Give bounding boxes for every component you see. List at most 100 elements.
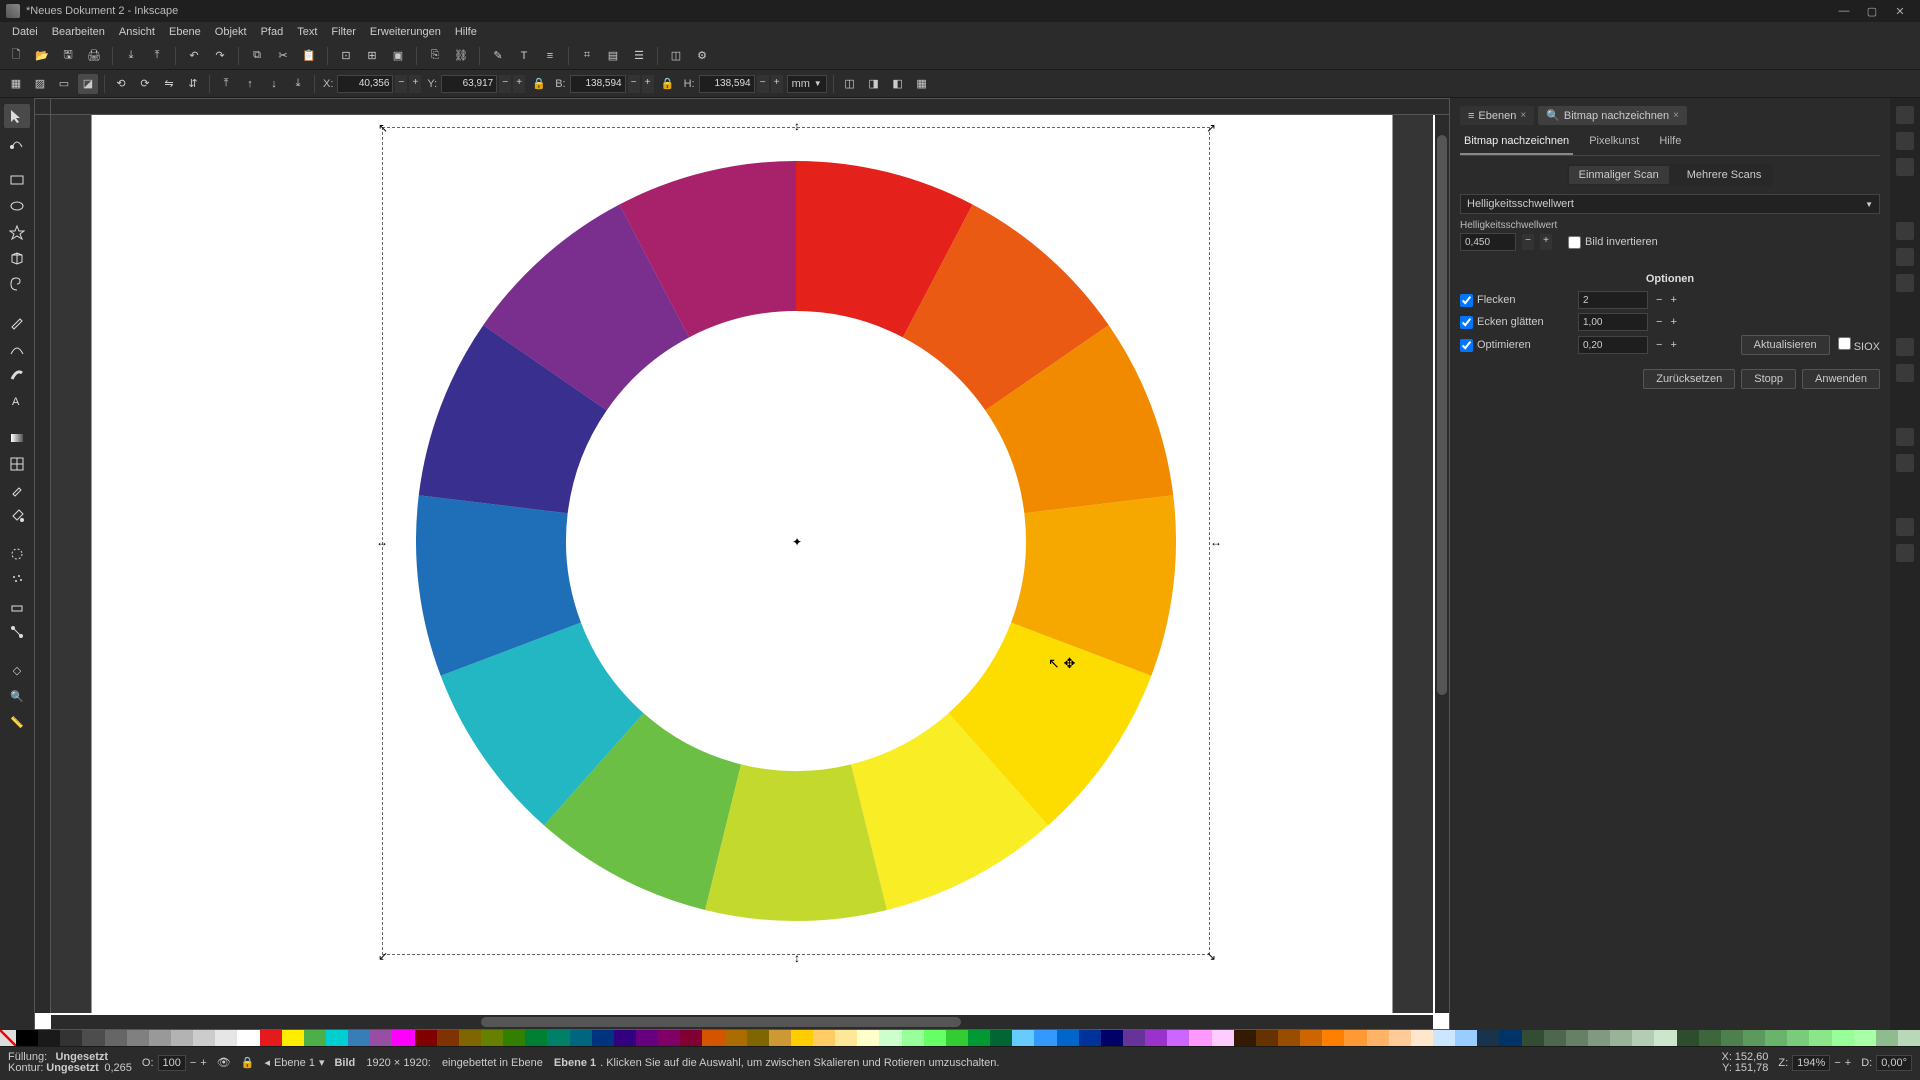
dock-icon-6[interactable] <box>1896 274 1914 292</box>
palette-swatch[interactable] <box>680 1030 702 1046</box>
palette-swatch[interactable] <box>990 1030 1012 1046</box>
threshold-minus[interactable]: − <box>1522 234 1534 250</box>
select-layers-icon[interactable]: ▨ <box>30 74 50 94</box>
prefs-icon[interactable]: ⚙ <box>692 46 712 66</box>
palette-swatch[interactable] <box>459 1030 481 1046</box>
palette-swatch[interactable] <box>570 1030 592 1046</box>
handle-b[interactable]: ↕ <box>792 953 802 963</box>
update-button[interactable]: Aktualisieren <box>1741 335 1830 355</box>
dock-icon-3[interactable] <box>1896 158 1914 176</box>
palette-swatch[interactable] <box>1854 1030 1876 1046</box>
x-input[interactable]: 40,356 <box>337 75 393 93</box>
palette-swatch[interactable] <box>415 1030 437 1046</box>
zoom-page-icon[interactable]: ▣ <box>388 46 408 66</box>
dock-icon-7[interactable] <box>1896 338 1914 356</box>
palette-swatch[interactable] <box>481 1030 503 1046</box>
palette-swatch[interactable] <box>879 1030 901 1046</box>
palette-swatch[interactable] <box>747 1030 769 1046</box>
opacity-input[interactable]: 100 <box>158 1055 186 1071</box>
unlink-icon[interactable]: ⛓ <box>451 46 471 66</box>
palette-swatch[interactable] <box>326 1030 348 1046</box>
gradient-tool-icon[interactable] <box>4 426 30 450</box>
text-tool-icon[interactable]: A <box>4 388 30 412</box>
palette-swatch[interactable] <box>946 1030 968 1046</box>
xml-icon[interactable]: ⌗ <box>577 46 597 66</box>
palette-swatch[interactable] <box>1610 1030 1632 1046</box>
close-button[interactable]: ✕ <box>1886 2 1914 20</box>
palette-swatch[interactable] <box>60 1030 82 1046</box>
palette-swatch[interactable] <box>857 1030 879 1046</box>
palette-swatch[interactable] <box>1566 1030 1588 1046</box>
menu-file[interactable]: Datei <box>6 24 44 40</box>
minimize-button[interactable]: — <box>1830 2 1858 20</box>
palette-swatch[interactable] <box>503 1030 525 1046</box>
lower-icon[interactable]: ↓ <box>264 74 284 94</box>
optimize-input[interactable]: 0,20 <box>1578 336 1648 354</box>
h-minus[interactable]: − <box>757 75 769 93</box>
w-minus[interactable]: − <box>628 75 640 93</box>
scale-gradient-icon[interactable]: ◧ <box>888 74 908 94</box>
dock-icon-12[interactable] <box>1896 544 1914 562</box>
optimize-minus[interactable]: − <box>1656 339 1662 351</box>
w-input[interactable]: 138,594 <box>570 75 626 93</box>
measure-tool-icon[interactable]: 📏 <box>4 710 30 734</box>
export-icon[interactable]: ⤒ <box>147 46 167 66</box>
maximize-button[interactable]: ▢ <box>1858 2 1886 20</box>
dock-icon-11[interactable] <box>1896 518 1914 536</box>
palette-swatch[interactable] <box>1544 1030 1566 1046</box>
threshold-plus[interactable]: + <box>1540 234 1552 250</box>
palette-swatch[interactable] <box>1189 1030 1211 1046</box>
ruler-vertical[interactable] <box>35 115 51 1013</box>
palette-swatch[interactable] <box>924 1030 946 1046</box>
palette-swatch[interactable] <box>1876 1030 1898 1046</box>
palette-swatch[interactable] <box>1212 1030 1234 1046</box>
handle-tr[interactable]: ↗ <box>1206 123 1216 133</box>
palette-swatch[interactable] <box>82 1030 104 1046</box>
palette-swatch[interactable] <box>813 1030 835 1046</box>
scan-single-tab[interactable]: Einmaliger Scan <box>1569 166 1669 184</box>
scale-corners-icon[interactable]: ◨ <box>864 74 884 94</box>
palette-swatch[interactable] <box>1898 1030 1920 1046</box>
trace-mode-select[interactable]: Helligkeitsschwellwert▼ <box>1460 194 1880 214</box>
menu-extensions[interactable]: Erweiterungen <box>364 24 447 40</box>
visibility-toggle-icon[interactable]: 👁 <box>217 1056 231 1069</box>
zoom-plus[interactable]: + <box>1845 1057 1851 1069</box>
palette-swatch[interactable] <box>968 1030 990 1046</box>
toggle-sel-icon[interactable]: ◪ <box>78 74 98 94</box>
handle-r[interactable]: ↔ <box>1210 537 1220 547</box>
palette-swatch[interactable] <box>658 1030 680 1046</box>
palette-swatch[interactable] <box>1787 1030 1809 1046</box>
rotate-cw-icon[interactable]: ⟳ <box>135 74 155 94</box>
palette-swatch[interactable] <box>1699 1030 1721 1046</box>
menu-edit[interactable]: Bearbeiten <box>46 24 111 40</box>
palette-swatch[interactable] <box>260 1030 282 1046</box>
calligraphy-tool-icon[interactable] <box>4 362 30 386</box>
clone-icon[interactable]: ⎘ <box>425 46 445 66</box>
selector-tool-icon[interactable] <box>4 104 30 128</box>
undo-icon[interactable]: ↶ <box>184 46 204 66</box>
palette-swatch[interactable] <box>835 1030 857 1046</box>
palette-swatch[interactable] <box>282 1030 304 1046</box>
zoom-minus[interactable]: − <box>1834 1057 1840 1069</box>
palette-swatch[interactable] <box>547 1030 569 1046</box>
palette-swatch[interactable] <box>1455 1030 1477 1046</box>
menu-object[interactable]: Objekt <box>209 24 253 40</box>
scale-pattern-icon[interactable]: ▦ <box>912 74 932 94</box>
palette-swatch[interactable] <box>791 1030 813 1046</box>
y-plus[interactable]: + <box>513 75 525 93</box>
palette-swatch[interactable] <box>1167 1030 1189 1046</box>
palette-swatch[interactable] <box>237 1030 259 1046</box>
smooth-input[interactable]: 1,00 <box>1578 313 1648 331</box>
rotate-ccw-icon[interactable]: ⟲ <box>111 74 131 94</box>
palette-swatch[interactable] <box>1499 1030 1521 1046</box>
zoom-sel-icon[interactable]: ⊡ <box>336 46 356 66</box>
palette-swatch[interactable] <box>1389 1030 1411 1046</box>
spiral-tool-icon[interactable] <box>4 272 30 296</box>
handle-t[interactable]: ↕ <box>792 121 802 131</box>
lock-wh-icon[interactable]: 🔒 <box>529 74 549 94</box>
lock-wh2-icon[interactable]: 🔒 <box>658 74 678 94</box>
menu-text[interactable]: Text <box>291 24 323 40</box>
speckles-minus[interactable]: − <box>1656 294 1662 306</box>
palette-swatch[interactable] <box>614 1030 636 1046</box>
flip-h-icon[interactable]: ⇋ <box>159 74 179 94</box>
